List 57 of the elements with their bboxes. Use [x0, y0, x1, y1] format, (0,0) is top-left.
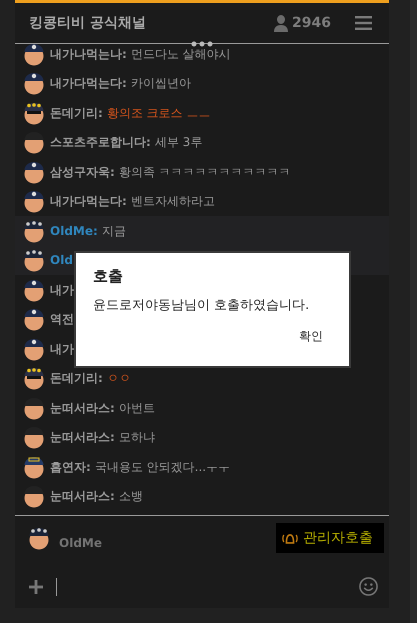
message-text: 먼드다노 살해야시	[130, 48, 231, 60]
avatar-icon	[22, 160, 46, 184]
message-text: 지금	[102, 224, 126, 237]
message-text: 카이씹년아	[130, 77, 191, 90]
avatar-icon	[27, 526, 51, 550]
avatar-icon	[22, 189, 46, 214]
user-name[interactable]: 내가나먹는나:	[50, 48, 127, 60]
admin-call-button[interactable]: 관리자호출	[276, 523, 384, 553]
dialog-message: 윤드로저야동남님이 호출하였습니다.	[93, 297, 310, 314]
avatar-icon	[22, 100, 46, 125]
message-text: 황의조 크로스 ㅡㅡ	[106, 106, 210, 119]
avatar-icon	[22, 218, 46, 243]
viewer-count: 2946	[292, 15, 331, 31]
user-name[interactable]: 내가다먹는다:	[50, 77, 127, 90]
user-name[interactable]: 역전	[50, 313, 74, 326]
loading-dots-icon	[191, 41, 213, 47]
user-name[interactable]: 내가	[50, 284, 74, 296]
avatar-icon	[22, 248, 46, 272]
user-name[interactable]: OldMe:	[50, 224, 98, 237]
user-name[interactable]: 눈떠서라스:	[50, 402, 115, 414]
message-text: 아번트	[118, 402, 155, 414]
user-name[interactable]: 돈데기리:	[50, 372, 103, 384]
user-name: OldMe	[59, 536, 103, 550]
avatar-icon	[22, 425, 46, 450]
confirm-button[interactable]: 확인	[289, 328, 333, 345]
message-text: 국내용도 안되겠다...ㅜㅜ	[94, 460, 230, 473]
avatar-icon	[22, 44, 46, 66]
message-text: 세부 3루	[154, 136, 202, 148]
dialog-title: 호출	[93, 267, 124, 286]
user-name[interactable]: 내가다먹는다:	[50, 195, 127, 208]
user-name[interactable]: 내가	[50, 342, 74, 355]
message-text: 황의족 ㅋㅋㅋㅋㅋㅋㅋㅋㅋㅋㅋ	[118, 166, 291, 178]
avatar-icon	[22, 71, 46, 96]
avatar-icon	[22, 336, 46, 361]
avatar-icon	[22, 484, 46, 508]
user-name[interactable]: Old	[50, 254, 73, 266]
message-text: 소뱅	[118, 490, 143, 502]
user-name[interactable]: 스포츠주로합니다:	[50, 136, 151, 148]
avatar-icon	[22, 366, 46, 390]
channel-title: 킹콩티비 공식채널	[29, 14, 147, 32]
viewers-icon	[273, 14, 290, 32]
user-name[interactable]: 눈떠서라스:	[50, 490, 115, 502]
message-text: ㅇㅇ	[106, 372, 131, 384]
avatar-icon	[22, 307, 46, 332]
user-name[interactable]: 눈떠서라스:	[50, 431, 115, 444]
user-name[interactable]: 삼성구자욱:	[50, 166, 115, 178]
avatar-icon	[22, 454, 46, 479]
user-name[interactable]: 흡연자:	[50, 460, 91, 473]
plus-icon[interactable]	[29, 580, 43, 594]
avatar-icon	[22, 278, 46, 302]
avatar-icon	[22, 130, 46, 154]
menu-icon[interactable]	[355, 16, 372, 30]
emoji-icon[interactable]	[359, 577, 378, 596]
avatar-icon	[22, 396, 46, 420]
message-text: 모하냐	[118, 431, 155, 444]
user-name[interactable]: 돈데기리:	[50, 106, 103, 119]
message-text: 벤트자세하라고	[130, 195, 215, 208]
